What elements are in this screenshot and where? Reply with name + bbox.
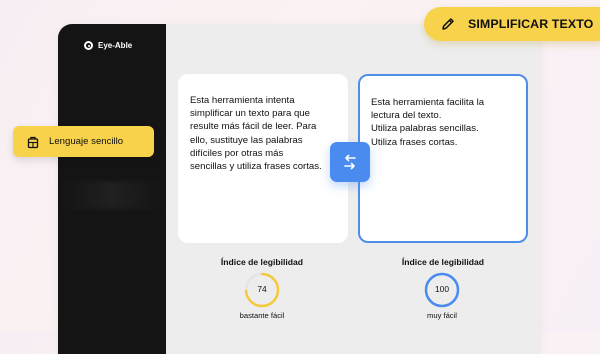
eye-logo-icon (84, 41, 93, 50)
simplify-text-button[interactable]: SIMPLIFICAR TEXTO (424, 7, 600, 41)
swap-button[interactable] (330, 142, 370, 182)
plain-language-label: Lenguaje sencillo (49, 136, 124, 147)
readability-gauge-original: 74 (243, 271, 281, 309)
readability-value-simplified: 100 (435, 284, 449, 294)
faded-sidebar-item (58, 181, 166, 209)
simplify-text-label: SIMPLIFICAR TEXTO (468, 17, 594, 31)
readability-label-simplified: muy fácil (427, 311, 457, 320)
puzzle-book-icon (27, 136, 39, 149)
readability-gauge-simplified: 100 (423, 271, 461, 309)
original-text: Esta herramienta intenta simplificar un … (190, 95, 322, 173)
readability-title-simplified: Índice de legibilidad (401, 257, 485, 267)
brand-logo: Eye-Able (84, 41, 132, 50)
swap-arrows-icon (344, 154, 356, 170)
sidebar: Eye-Able (58, 24, 166, 354)
original-text-card[interactable]: Esta herramienta intenta simplificar un … (178, 74, 348, 243)
simplified-text-card[interactable]: Esta herramienta facilita la lectura del… (358, 74, 528, 243)
readability-title-original: Índice de legibilidad (220, 257, 304, 267)
readability-value-original: 74 (257, 284, 267, 294)
simplified-text: Esta herramienta facilita la lectura del… (371, 97, 485, 148)
readability-label-original: bastante fácil (239, 311, 285, 320)
pencil-icon (442, 18, 454, 30)
brand-name: Eye-Able (98, 41, 133, 50)
plain-language-button[interactable]: Lenguaje sencillo (13, 126, 154, 157)
